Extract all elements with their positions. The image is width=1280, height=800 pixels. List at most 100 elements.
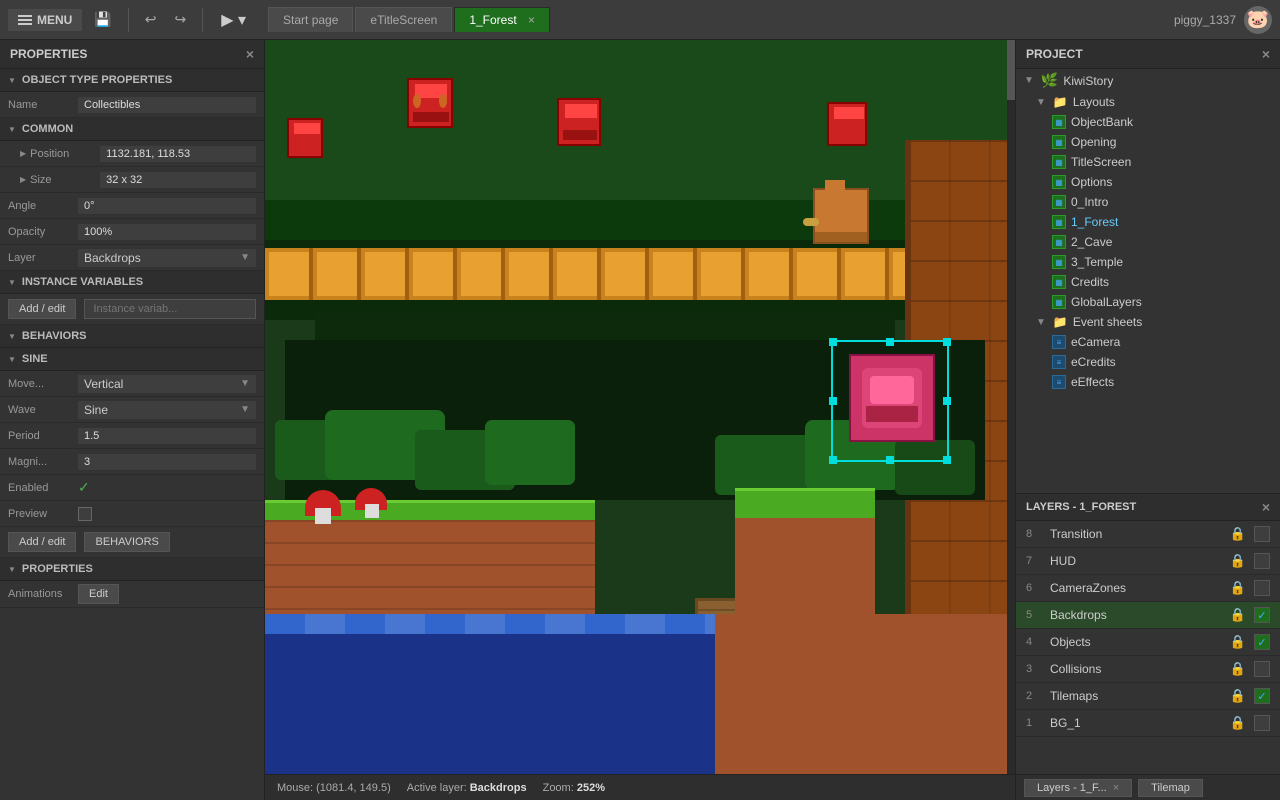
properties-panel: PROPERTIES × ▼ OBJECT TYPE PROPERTIES Na… [0,40,265,800]
collapse-icon: ▼ [1036,97,1046,108]
layout-icon: ▦ [1052,135,1066,149]
move-dropdown[interactable]: Vertical ▼ [78,375,256,393]
mushroom-stem1 [315,508,331,524]
undo-button[interactable]: ↩ [139,7,163,32]
instance-var-input[interactable] [84,299,256,319]
section-object-type[interactable]: ▼ OBJECT TYPE PROPERTIES [0,69,264,92]
layer-row-collisions[interactable]: 3 Collisions 🔒 [1016,656,1280,683]
chevron-down-icon: ▼ [240,404,250,415]
section-common[interactable]: ▼ COMMON [0,118,264,141]
tree-item-credits[interactable]: ▦ Credits [1016,272,1280,292]
layer-row-objects[interactable]: 4 Objects 🔒 ✓ [1016,629,1280,656]
close-layers-icon[interactable]: × [1113,782,1119,794]
behaviors-button[interactable]: BEHAVIORS [84,532,169,552]
section-instance-variables[interactable]: ▼ INSTANCE VARIABLES [0,271,264,294]
layer-row-transition[interactable]: 8 Transition 🔒 [1016,521,1280,548]
section-behaviors[interactable]: ▼ BEHAVIORS [0,325,264,348]
save-button[interactable]: 💾 [88,7,117,32]
tree-item-3temple[interactable]: ▦ 3_Temple [1016,252,1280,272]
tree-item-eeffects[interactable]: ≡ eEffects [1016,372,1280,392]
tree-item-ecredits[interactable]: ≡ eCredits [1016,352,1280,372]
lock-icon: 🔒 [1230,580,1246,596]
layer-visibility-toggle[interactable] [1254,661,1270,677]
layer-visibility-toggle[interactable] [1254,715,1270,731]
layers-tab[interactable]: Layers - 1_F... × [1024,779,1132,797]
section-properties-footer[interactable]: ▼ PROPERTIES [0,558,264,581]
layer-row-hud[interactable]: 7 HUD 🔒 [1016,548,1280,575]
bug2 [287,118,323,158]
handle-tm [886,338,894,346]
play-button[interactable]: ▶ ▾ [213,6,254,34]
tree-item-2cave[interactable]: ▦ 2_Cave [1016,232,1280,252]
layer-row-tilemaps[interactable]: 2 Tilemaps 🔒 ✓ [1016,683,1280,710]
close-tab-icon[interactable]: × [528,13,535,27]
enabled-checkbox[interactable]: ✓ [78,479,90,496]
project-close-icon[interactable]: × [1262,46,1270,62]
separator [128,8,129,32]
status-bar: Mouse: (1081.4, 149.5) Active layer: Bac… [265,774,1015,800]
prop-period-row: Period 1.5 [0,423,264,449]
tree-item-globallayers[interactable]: ▦ GlobalLayers [1016,292,1280,312]
layout-icon: ▦ [1052,115,1066,129]
tab-bar: Start page eTitleScreen 1_Forest × [268,7,550,32]
layout-icon: ▦ [1052,255,1066,269]
layout-icon: ▦ [1052,235,1066,249]
scrollbar-thumb[interactable] [1007,40,1015,100]
expand-icon: ▶ [20,175,26,184]
canvas-viewport[interactable] [265,40,1015,774]
layout-icon: ▦ [1052,195,1066,209]
folder-icon: 📁 [1053,95,1068,109]
section-sine[interactable]: ▼ SINE [0,348,264,371]
tab-forest[interactable]: 1_Forest × [454,7,550,32]
wave-dropdown[interactable]: Sine ▼ [78,401,256,419]
redo-button[interactable]: ↪ [169,7,193,32]
tab-start[interactable]: Start page [268,7,353,32]
tree-item-1forest[interactable]: ▦ 1_Forest [1016,212,1280,232]
menu-button[interactable]: MENU [8,9,82,31]
tab-titlescreen[interactable]: eTitleScreen [355,7,452,32]
edit-animations-button[interactable]: Edit [78,584,119,604]
preview-checkbox[interactable] [78,507,92,521]
layer-visibility-toggle[interactable] [1254,526,1270,542]
tree-item-ecamera[interactable]: ≡ eCamera [1016,332,1280,352]
tree-root: ▼ 🌿 KiwiStory [1016,69,1280,92]
layer-visibility-toggle[interactable]: ✓ [1254,688,1270,704]
add-edit-behaviors-button[interactable]: Add / edit [8,532,76,552]
tilemap-tab[interactable]: Tilemap [1138,779,1203,797]
tree-layouts-folder[interactable]: ▼ 📁 Layouts [1016,92,1280,112]
layer-row-backdrops[interactable]: 5 Backdrops 🔒 ✓ [1016,602,1280,629]
lock-icon: 🔒 [1230,634,1246,650]
right-panel: PROJECT × ▼ 🌿 KiwiStory ▼ 📁 Layouts ▦ Ob… [1015,40,1280,800]
tree-item-objectbank[interactable]: ▦ ObjectBank [1016,112,1280,132]
handle-ml [829,397,837,405]
project-panel: PROJECT × ▼ 🌿 KiwiStory ▼ 📁 Layouts ▦ Ob… [1016,40,1280,494]
tree-item-titlescreen[interactable]: ▦ TitleScreen [1016,152,1280,172]
tree-item-options[interactable]: ▦ Options [1016,172,1280,192]
layer-visibility-toggle[interactable]: ✓ [1254,634,1270,650]
lock-icon: 🔒 [1230,715,1246,731]
handle-tr [943,338,951,346]
coin-strip-bg [265,248,1015,300]
tree-item-opening[interactable]: ▦ Opening [1016,132,1280,152]
tree-eventsheets-folder[interactable]: ▼ 📁 Event sheets [1016,312,1280,332]
tree-item-0intro[interactable]: ▦ 0_Intro [1016,192,1280,212]
layer-row-camerazones[interactable]: 6 CameraZones 🔒 [1016,575,1280,602]
layer-visibility-toggle[interactable] [1254,580,1270,596]
layer-visibility-toggle[interactable] [1254,553,1270,569]
avatar[interactable]: 🐷 [1244,6,1272,34]
layer-row-bg1[interactable]: 1 BG_1 🔒 [1016,710,1280,737]
lock-icon: 🔒 [1230,553,1246,569]
layers-close-icon[interactable]: × [1262,499,1270,515]
add-edit-instance-button[interactable]: Add / edit [8,299,76,319]
lock-icon: 🔒 [1230,661,1246,677]
properties-close-icon[interactable]: × [246,46,254,62]
handle-br [943,456,951,464]
layer-dropdown[interactable]: Backdrops ▼ [78,249,256,267]
handle-tl [829,338,837,346]
user-area: piggy_1337 🐷 [1174,6,1272,34]
prop-preview-row: Preview [0,501,264,527]
prop-angle-row: Angle 0° [0,193,264,219]
layer-visibility-toggle[interactable]: ✓ [1254,607,1270,623]
prop-animations-row: Animations Edit [0,581,264,608]
folder-icon: 📁 [1053,315,1068,329]
